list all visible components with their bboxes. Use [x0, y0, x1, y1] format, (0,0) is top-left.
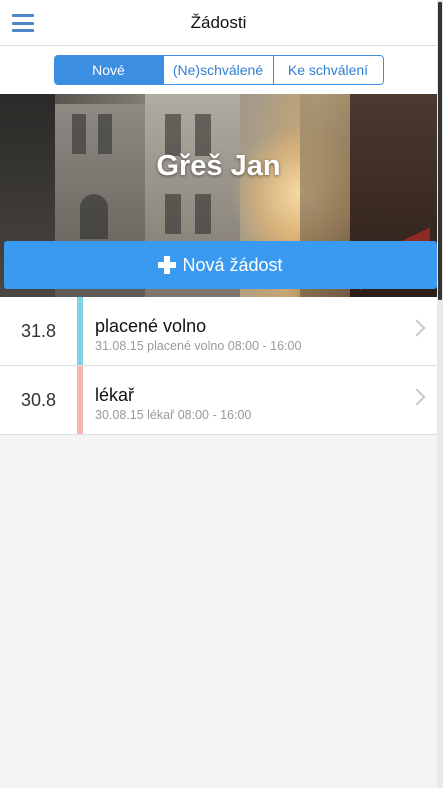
segmented-control: Nové (Ne)schválené Ke schválení: [53, 55, 384, 85]
window-shape: [195, 194, 211, 234]
tab-approved-rejected[interactable]: (Ne)schválené: [162, 56, 273, 84]
request-list: 31.8 placené volno 31.08.15 placené voln…: [0, 297, 437, 435]
request-date: 31.8: [20, 320, 57, 341]
new-request-button[interactable]: Nová žádost: [4, 241, 437, 289]
request-detail: 30.08.15 lékař 08:00 - 16:00: [95, 408, 252, 422]
list-item[interactable]: 30.8 lékař 30.08.15 lékař 08:00 - 16:00: [0, 366, 437, 435]
window-shape: [72, 114, 86, 154]
page-title: Žádosti: [190, 12, 247, 32]
window-shape: [80, 194, 108, 239]
scrollbar-thumb[interactable]: [438, 2, 442, 300]
header-bar: Žádosti: [0, 0, 437, 46]
plus-icon: [158, 256, 177, 274]
hamburger-icon[interactable]: [12, 14, 34, 32]
window-shape: [98, 114, 112, 154]
user-name: Gřeš Jan: [156, 150, 281, 182]
request-date: 30.8: [20, 389, 57, 410]
request-type: lékař: [95, 385, 135, 405]
request-type: placené volno: [95, 316, 207, 336]
scrollbar[interactable]: [437, 0, 443, 788]
window-shape: [165, 194, 181, 234]
list-item[interactable]: 31.8 placené volno 31.08.15 placené voln…: [0, 297, 437, 366]
tab-to-approve[interactable]: Ke schválení: [272, 56, 383, 84]
request-content: lékař 30.08.15 lékař 08:00 - 16:00: [83, 366, 437, 434]
request-detail: 31.08.15 placené volno 08:00 - 16:00: [95, 339, 302, 353]
app-screen: Žádosti Nové (Ne)schválené Ke schválení …: [0, 0, 437, 788]
new-request-label: Nová žádost: [182, 254, 283, 275]
filter-bar: Nové (Ne)schválené Ke schválení: [0, 46, 437, 94]
request-content: placené volno 31.08.15 placené volno 08:…: [83, 297, 437, 365]
profile-banner: Gřeš Jan Nová žádost: [0, 94, 437, 297]
tab-new[interactable]: Nové: [54, 56, 163, 84]
